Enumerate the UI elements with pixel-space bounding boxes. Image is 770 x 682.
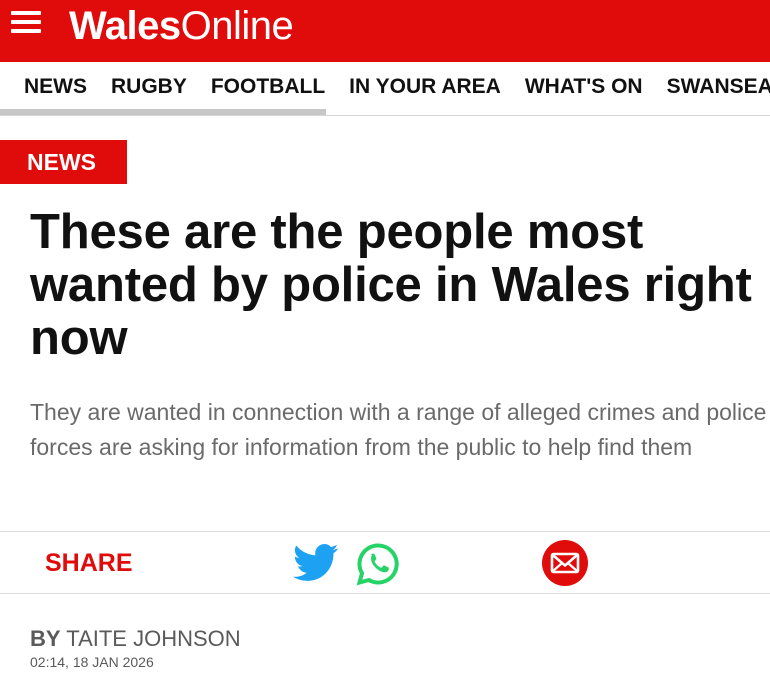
menu-bar [11, 20, 41, 24]
byline-author[interactable]: TAITE JOHNSON [66, 626, 240, 651]
article-standfirst: They are wanted in connection with a ran… [30, 399, 767, 460]
article-byline: BY TAITE JOHNSON [30, 625, 241, 653]
twitter-share-button[interactable] [293, 542, 339, 584]
share-bar: SHARE [0, 531, 770, 594]
email-icon [542, 540, 588, 586]
nav-item-news[interactable]: NEWS [0, 62, 99, 112]
nav-scroll-indicator[interactable] [0, 109, 326, 115]
whatsapp-share-button[interactable] [355, 541, 401, 587]
article-headline: These are the people most wanted by poli… [30, 205, 752, 365]
nav-item-rugby[interactable]: RUGBY [99, 62, 199, 112]
hamburger-menu-icon[interactable] [11, 10, 41, 34]
whatsapp-icon [356, 543, 399, 586]
nav-item-in-your-area[interactable]: IN YOUR AREA [337, 62, 513, 112]
byline-prefix: BY [30, 626, 61, 651]
nav-item-whats-on[interactable]: WHAT'S ON [513, 62, 655, 112]
menu-bar [11, 29, 41, 33]
article-timestamp: 02:14, 18 JAN 2026 [30, 654, 154, 670]
site-logo[interactable]: WalesOnline [69, 3, 294, 49]
share-label: SHARE [45, 549, 133, 577]
menu-bar [11, 11, 41, 15]
logo-wales: Wales [69, 4, 181, 48]
main-nav: NEWS RUGBY FOOTBALL IN YOUR AREA WHAT'S … [0, 62, 770, 116]
logo-online: Online [180, 4, 294, 48]
twitter-icon [293, 544, 339, 581]
nav-item-swansea[interactable]: SWANSEA [655, 62, 770, 112]
email-share-button[interactable] [541, 539, 589, 587]
site-header: WalesOnline [0, 0, 770, 62]
nav-item-football[interactable]: FOOTBALL [199, 62, 337, 112]
nav-items: NEWS RUGBY FOOTBALL IN YOUR AREA WHAT'S … [0, 62, 770, 112]
section-tag-news[interactable]: NEWS [0, 140, 127, 184]
